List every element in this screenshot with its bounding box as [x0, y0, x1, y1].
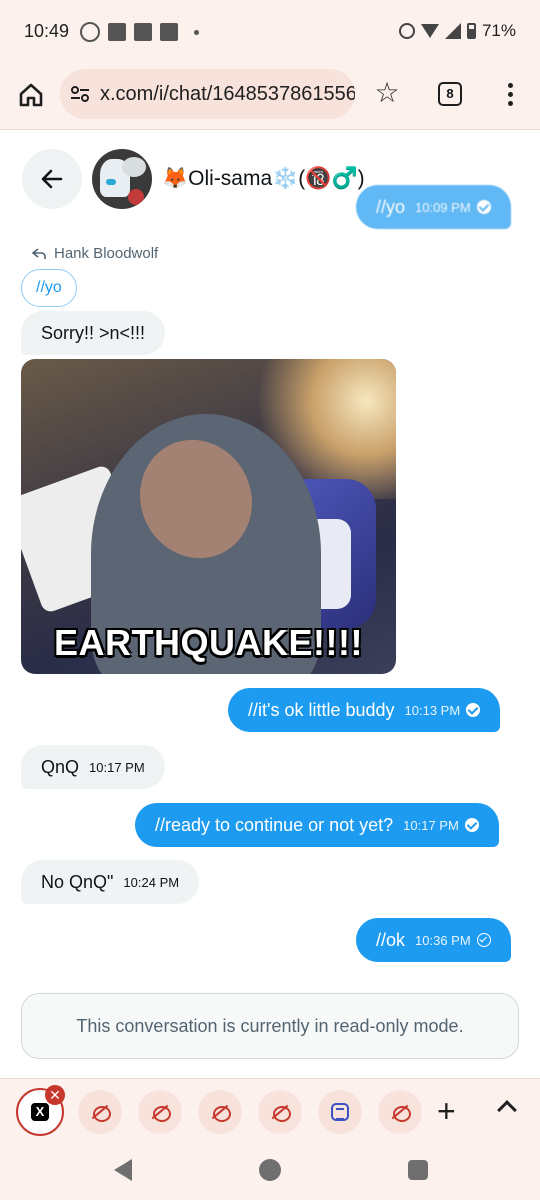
message-bubble-incoming[interactable]: No QnQ" 10:24 PM: [21, 860, 200, 904]
read-receipt-icon: [476, 200, 491, 214]
reddit-icon: [271, 1103, 291, 1122]
url-text[interactable]: x.com/i/chat/1648537861556: [100, 83, 355, 106]
message-time: 10:09 PM: [415, 199, 471, 215]
arrow-left-icon: [41, 169, 63, 189]
more-notifications-icon: [194, 29, 199, 35]
nav-home-icon[interactable]: [259, 1159, 281, 1181]
message-bubble-incoming[interactable]: Sorry!! >n<!!!: [21, 311, 166, 355]
message-text: //ready to continue or not yet?: [155, 814, 394, 835]
gif-caption: EARTHQUAKE!!!!: [54, 622, 363, 663]
browser-toolbar: x.com/i/chat/1648537861556 ☆ 8: [0, 62, 540, 130]
gif-attachment[interactable]: EARTHQUAKE!!!!: [21, 359, 396, 674]
status-bar: 10:49 71%: [0, 0, 540, 62]
reddit-icon: [151, 1103, 171, 1122]
message-text: //it's ok little buddy: [248, 699, 395, 720]
status-time: 10:49: [24, 21, 70, 41]
read-receipt-icon: [466, 703, 481, 717]
address-bar[interactable]: x.com/i/chat/1648537861556: [60, 69, 355, 119]
notification-icon: [134, 23, 152, 41]
message-time: 10:36 PM: [415, 932, 471, 948]
message-bubble-incoming[interactable]: QnQ 10:17 PM: [21, 745, 165, 789]
tab-switcher-button[interactable]: 8: [438, 82, 462, 106]
nav-back-icon[interactable]: [114, 1159, 132, 1181]
battery-level: 71%: [481, 21, 516, 40]
tab-reddit[interactable]: [138, 1090, 182, 1134]
reddit-icon: [91, 1103, 111, 1122]
message-bubble-outgoing[interactable]: //ready to continue or not yet? 10:17 PM: [135, 803, 499, 847]
chat-panel: //yo 10:09 PM 🦊Oli-sama❄️(🔞♂️) Hank Bloo…: [0, 131, 540, 1078]
bookmark-star-icon[interactable]: ☆: [372, 79, 402, 109]
threads-icon: [80, 22, 100, 42]
message-bubble-outgoing[interactable]: //yo 10:09 PM: [356, 185, 511, 229]
message-text: //yo: [376, 196, 406, 217]
nav-recents-icon[interactable]: [408, 1160, 428, 1180]
e-app-icon: [331, 1103, 349, 1121]
back-button[interactable]: [22, 149, 82, 209]
read-receipt-icon: [464, 818, 479, 832]
tab-reddit[interactable]: [78, 1090, 122, 1134]
alarm-icon: [398, 23, 415, 39]
signal-icon: [444, 23, 461, 39]
x-logo-icon: X: [31, 1103, 49, 1121]
notification-icon: [160, 23, 178, 41]
overflow-menu-icon[interactable]: [500, 80, 520, 110]
site-settings-icon[interactable]: [70, 84, 90, 104]
reddit-icon: [211, 1103, 231, 1122]
battery-icon: [466, 23, 476, 39]
readonly-notice: This conversation is currently in read-o…: [21, 993, 519, 1059]
contact-name[interactable]: 🦊Oli-sama❄️(🔞♂️): [162, 167, 365, 191]
message-text: No QnQ": [41, 871, 114, 892]
system-icons: 71%: [398, 21, 516, 41]
message-text: QnQ: [41, 756, 80, 777]
message-time: 10:24 PM: [123, 874, 180, 890]
message-bubble-outgoing[interactable]: //it's ok little buddy 10:13 PM: [228, 688, 501, 732]
message-text: Sorry!! >n<!!!: [41, 322, 146, 343]
message-time: 10:17 PM: [403, 817, 459, 833]
quoted-message[interactable]: //yo: [21, 269, 77, 307]
message-time: 10:17 PM: [89, 759, 145, 775]
sent-receipt-icon: [476, 933, 491, 947]
close-tab-icon[interactable]: ✕: [45, 1085, 65, 1105]
reply-arrow-icon: [32, 247, 46, 259]
home-icon[interactable]: [17, 81, 45, 109]
reddit-icon: [391, 1103, 411, 1122]
notification-icon: [108, 23, 126, 41]
reply-context: Hank Bloodwolf: [32, 245, 158, 262]
tab-strip: X ✕ +: [0, 1078, 540, 1144]
message-time: 10:13 PM: [404, 702, 461, 718]
chevron-up-icon[interactable]: [497, 1100, 517, 1120]
contact-avatar[interactable]: [92, 149, 152, 209]
reply-to-name: Hank Bloodwolf: [54, 245, 159, 262]
tab-reddit[interactable]: [258, 1090, 302, 1134]
notification-icons: [80, 22, 199, 42]
tab-reddit[interactable]: [198, 1090, 242, 1134]
wifi-icon: [420, 24, 439, 38]
tab-reddit[interactable]: [378, 1090, 422, 1134]
tab-e-app[interactable]: [318, 1090, 362, 1134]
system-nav-bar: [0, 1144, 540, 1200]
new-tab-button[interactable]: +: [437, 1093, 456, 1129]
message-bubble-outgoing[interactable]: //ok 10:36 PM: [356, 918, 511, 962]
message-text: //ok: [376, 929, 406, 950]
